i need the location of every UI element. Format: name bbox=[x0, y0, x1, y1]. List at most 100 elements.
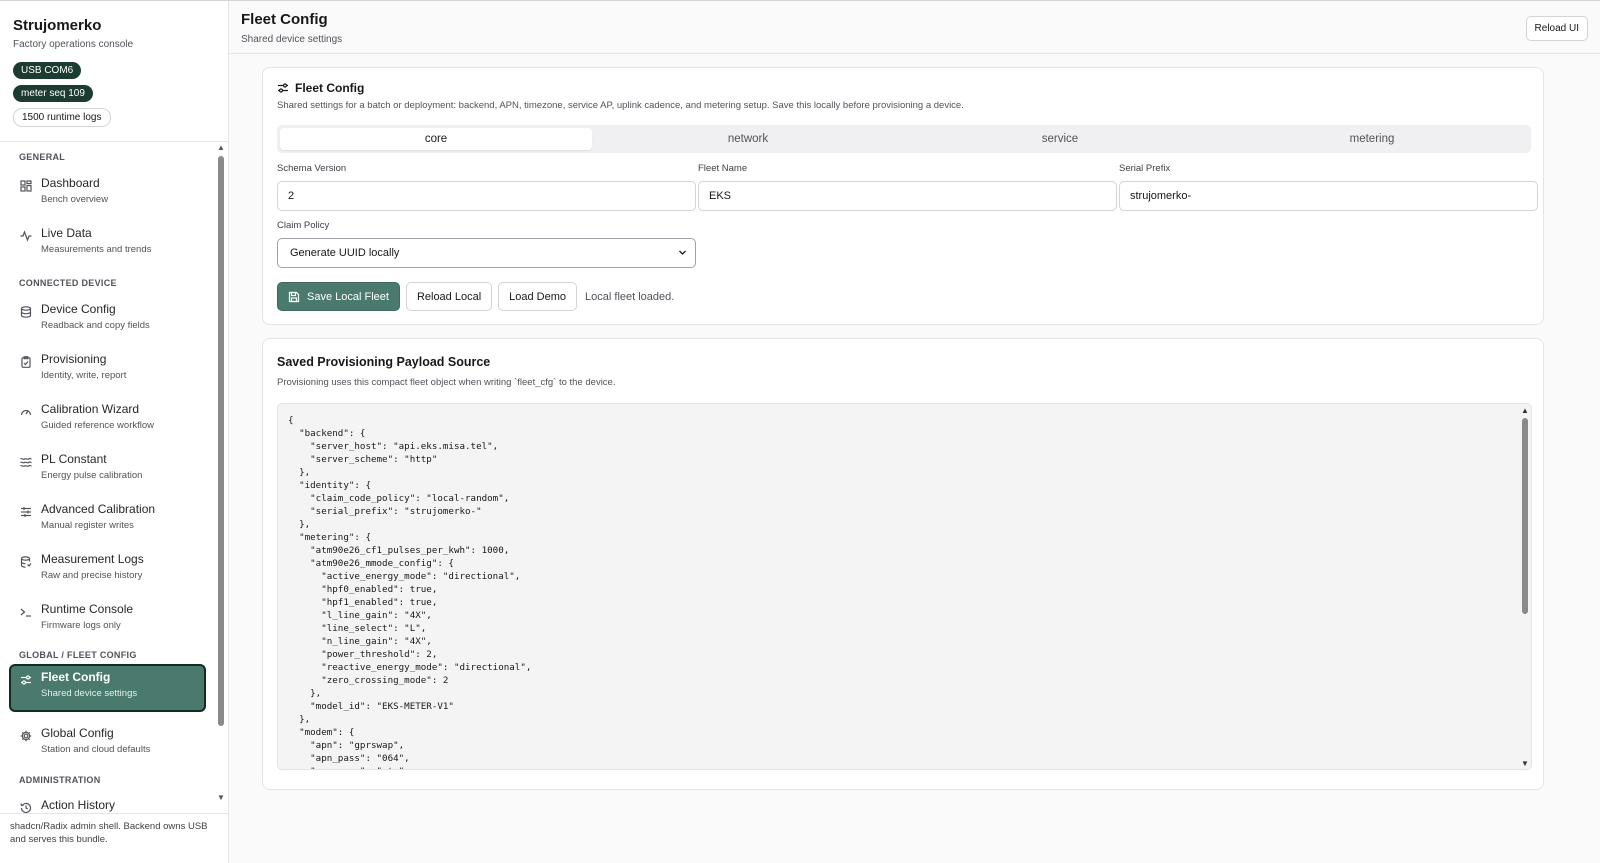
activity-icon bbox=[20, 230, 32, 242]
brand-subtitle: Factory operations console bbox=[13, 39, 134, 50]
brand-title: Strujomerko bbox=[13, 17, 102, 34]
brand: Strujomerko Factory operations console bbox=[0, 1, 228, 50]
sidebar-item-dashboard[interactable]: Dashboard Bench overview bbox=[9, 170, 206, 218]
sidebar-item-label: Calibration Wizard bbox=[41, 402, 140, 416]
scroll-down-arrow-icon[interactable]: ▼ bbox=[217, 794, 225, 802]
scroll-up-arrow-icon[interactable]: ▲ bbox=[1521, 407, 1529, 415]
database-icon bbox=[20, 306, 32, 318]
fleet-status-text: Local fleet loaded. bbox=[585, 290, 675, 303]
sidebar-item-advanced-calibration[interactable]: Advanced Calibration Manual register wri… bbox=[9, 496, 206, 544]
settings-sliders-icon bbox=[277, 82, 289, 94]
tab-metering[interactable]: metering bbox=[1216, 128, 1528, 150]
sidebar-item-label: Fleet Config bbox=[41, 670, 111, 684]
sidebar: Strujomerko Factory operations console U… bbox=[0, 1, 229, 863]
sidebar-item-label: Provisioning bbox=[41, 352, 107, 366]
serial-prefix-input[interactable] bbox=[1119, 181, 1538, 211]
usb-badge: USB COM6 bbox=[13, 62, 82, 79]
claim-policy-select[interactable]: Generate UUID locally bbox=[277, 238, 696, 268]
history-icon bbox=[20, 802, 32, 813]
sidebar-item-sublabel: Firmware logs only bbox=[41, 620, 121, 631]
sidebar-item-provisioning[interactable]: Provisioning Identity, write, report bbox=[9, 346, 206, 394]
button-label: Save Local Fleet bbox=[307, 290, 389, 303]
reload-ui-button[interactable]: Reload UI bbox=[1525, 16, 1588, 41]
card-header: Fleet Config bbox=[277, 81, 364, 95]
serial-prefix-field-group: Serial Prefix bbox=[1119, 163, 1538, 211]
schema-version-field-group: Schema Version bbox=[277, 163, 696, 211]
section-global-fleet-config: GLOBAL / FLEET CONFIG bbox=[19, 650, 137, 660]
section-connected-device: CONNECTED DEVICE bbox=[19, 278, 117, 288]
sidebar-item-label: Live Data bbox=[41, 226, 92, 240]
scroll-up-arrow-icon[interactable]: ▲ bbox=[217, 144, 225, 152]
sidebar-item-runtime-console[interactable]: Runtime Console Firmware logs only bbox=[9, 596, 206, 644]
sidebar-item-sublabel: Manual register writes bbox=[41, 520, 134, 531]
section-general: GENERAL bbox=[19, 152, 66, 162]
sidebar-scroll-thumb[interactable] bbox=[218, 156, 224, 726]
sidebar-item-label: Global Config bbox=[41, 726, 114, 740]
sidebar-item-calibration-wizard[interactable]: Calibration Wizard Guided reference work… bbox=[9, 396, 206, 444]
sidebar-item-sublabel: Readback and copy fields bbox=[41, 320, 150, 331]
load-demo-button[interactable]: Load Demo bbox=[498, 282, 578, 311]
sidebar-item-sublabel: Raw and precise history bbox=[41, 570, 143, 581]
sidebar-item-measurement-logs[interactable]: Measurement Logs Raw and precise history bbox=[9, 546, 206, 594]
sidebar-item-label: Dashboard bbox=[41, 176, 100, 190]
sidebar-item-label: Runtime Console bbox=[41, 602, 134, 616]
sidebar-item-fleet-config[interactable]: Fleet Config Shared device settings bbox=[9, 664, 206, 712]
sidebar-scrollbar[interactable]: ▲ ▼ bbox=[214, 142, 226, 813]
gauge-icon bbox=[20, 406, 32, 418]
card-title: Saved Provisioning Payload Source bbox=[277, 355, 491, 369]
config-tabs: core network service metering bbox=[277, 125, 1531, 153]
card-description: Shared settings for a batch or deploymen… bbox=[277, 100, 964, 111]
tab-network[interactable]: network bbox=[592, 128, 904, 150]
sidebar-item-pl-constant[interactable]: PL Constant Energy pulse calibration bbox=[9, 446, 206, 494]
sidebar-item-live-data[interactable]: Live Data Measurements and trends bbox=[9, 220, 206, 268]
fleet-config-card: Fleet Config Shared settings for a batch… bbox=[262, 67, 1544, 325]
sidebar-footer: shadcn/Radix admin shell. Backend owns U… bbox=[0, 813, 228, 863]
tab-core[interactable]: core bbox=[280, 128, 592, 150]
code-scrollbar[interactable]: ▲ ▼ bbox=[1519, 404, 1531, 769]
page-subtitle: Shared device settings bbox=[241, 34, 343, 45]
payload-json-viewer[interactable]: { "backend": { "server_host": "api.eks.m… bbox=[277, 403, 1532, 770]
schema-version-input[interactable] bbox=[277, 181, 696, 211]
sidebar-nav: GENERAL Dashboard Bench overview Live Da… bbox=[0, 142, 228, 813]
sidebar-item-sublabel: Identity, write, report bbox=[41, 370, 127, 381]
main-content: Fleet Config Shared device settings Relo… bbox=[229, 1, 1600, 863]
sidebar-item-sublabel: Guided reference workflow bbox=[41, 420, 154, 431]
reload-local-button[interactable]: Reload Local bbox=[405, 282, 493, 311]
sidebar-item-action-history[interactable]: Action History bbox=[9, 792, 206, 813]
sidebar-item-label: Advanced Calibration bbox=[41, 502, 156, 516]
code-scroll-thumb[interactable] bbox=[1522, 418, 1528, 614]
runtime-logs-badge: 1500 runtime logs bbox=[13, 108, 111, 127]
claim-policy-field-group: Claim Policy Generate UUID locally bbox=[277, 220, 696, 268]
database-log-icon bbox=[20, 556, 32, 568]
sidebar-item-global-config[interactable]: Global Config Station and cloud defaults bbox=[9, 720, 206, 768]
field-label: Serial Prefix bbox=[1119, 163, 1171, 174]
card-description: Provisioning uses this compact fleet obj… bbox=[277, 377, 616, 388]
terminal-icon bbox=[20, 606, 32, 618]
status-badges: USB COM6 meter seq 109 1500 runtime logs bbox=[0, 50, 228, 127]
save-icon bbox=[288, 291, 300, 303]
sidebar-item-device-config[interactable]: Device Config Readback and copy fields bbox=[9, 296, 206, 344]
sidebar-item-sublabel: Shared device settings bbox=[41, 688, 138, 699]
meter-seq-badge: meter seq 109 bbox=[13, 85, 93, 102]
save-local-fleet-button[interactable]: Save Local Fleet bbox=[277, 282, 400, 311]
fleet-actions: Save Local Fleet Reload Local Load Demo … bbox=[277, 282, 674, 311]
sliders-icon bbox=[20, 506, 32, 518]
payload-json-text: { "backend": { "server_host": "api.eks.m… bbox=[288, 415, 532, 769]
waves-icon bbox=[20, 456, 32, 468]
tab-service[interactable]: service bbox=[904, 128, 1216, 150]
claim-policy-value: Generate UUID locally bbox=[290, 247, 400, 259]
page-header: Fleet Config Shared device settings Relo… bbox=[229, 1, 1600, 54]
fleet-name-field-group: Fleet Name bbox=[698, 163, 1117, 211]
field-label: Fleet Name bbox=[698, 163, 748, 174]
settings-sliders-icon bbox=[20, 674, 32, 686]
card-title: Fleet Config bbox=[295, 81, 365, 95]
sidebar-item-sublabel: Measurements and trends bbox=[41, 244, 152, 255]
section-administration: ADMINISTRATION bbox=[19, 775, 101, 785]
sidebar-item-sublabel: Bench overview bbox=[41, 194, 109, 205]
sidebar-item-label: Device Config bbox=[41, 302, 116, 316]
scroll-down-arrow-icon[interactable]: ▼ bbox=[1521, 760, 1529, 768]
grid-icon bbox=[20, 180, 32, 192]
payload-source-card: Saved Provisioning Payload Source Provis… bbox=[262, 338, 1544, 790]
clipboard-icon bbox=[20, 356, 32, 368]
fleet-name-input[interactable] bbox=[698, 181, 1117, 211]
